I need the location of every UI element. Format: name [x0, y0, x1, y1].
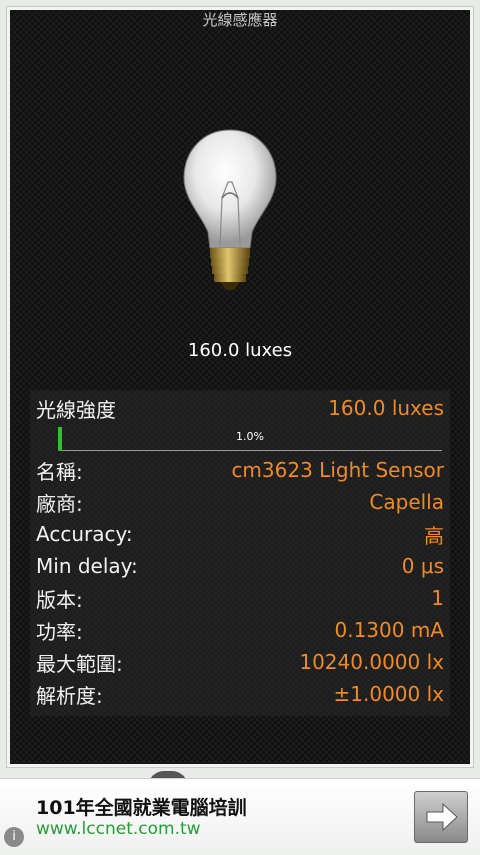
row-value: 1 — [431, 586, 444, 610]
intensity-value: 160.0 luxes — [328, 396, 444, 420]
arrow-right-icon — [426, 802, 458, 832]
sensor-version-row: 版本: 1 — [30, 582, 450, 614]
sensor-resolution-row: 解析度: ±1.0000 lx — [30, 678, 450, 710]
intensity-row: 光線強度 160.0 luxes — [30, 392, 450, 424]
row-value: 0 μs — [401, 554, 444, 578]
intensity-progress-bar: 1.0% — [58, 424, 442, 454]
ad-title[interactable]: 101年全國就業電腦培訓 — [36, 793, 247, 820]
sensor-vendor-row: 廠商: Capella — [30, 486, 450, 518]
sensor-panel: 光線感應器 160.0 luxes 光線強度 160.0 luxes 1.0% … — [10, 10, 470, 764]
sensor-info-list: 光線強度 160.0 luxes 1.0% 名稱: cm3623 Light S… — [30, 390, 450, 716]
row-label: 廠商: — [36, 491, 83, 516]
ad-banner[interactable]: 101年全國就業電腦培訓 www.lccnet.com.tw i — [0, 778, 480, 855]
row-label: 最大範圍: — [36, 651, 123, 676]
ad-arrow-button[interactable] — [414, 791, 468, 843]
row-label: 名稱: — [36, 459, 83, 484]
row-value: Capella — [369, 490, 444, 514]
light-bulb-icon — [183, 129, 277, 290]
row-label: Min delay: — [36, 554, 138, 578]
row-value: ±1.0000 lx — [333, 682, 445, 706]
row-label: Accuracy: — [36, 522, 133, 546]
sensor-name-row: 名稱: cm3623 Light Sensor — [30, 454, 450, 486]
lux-reading: 160.0 luxes — [187, 340, 293, 361]
ad-info-icon[interactable]: i — [4, 827, 24, 847]
sensor-min-delay-row: Min delay: 0 μs — [30, 550, 450, 582]
row-value: cm3623 Light Sensor — [231, 458, 444, 482]
intensity-label: 光線強度 — [36, 397, 116, 422]
ad-url-link[interactable]: www.lccnet.com.tw — [36, 819, 201, 839]
row-label: 版本: — [36, 587, 83, 612]
progress-text: 1.0% — [236, 430, 264, 443]
app-title: 光線感應器 — [202, 11, 278, 29]
progress-track — [58, 450, 442, 451]
sensor-max-range-row: 最大範圍: 10240.0000 lx — [30, 646, 450, 678]
sensor-power-row: 功率: 0.1300 mA — [30, 614, 450, 646]
row-value: 10240.0000 lx — [299, 650, 444, 674]
row-value: 高 — [424, 523, 444, 548]
row-label: 解析度: — [36, 683, 103, 708]
row-label: 功率: — [36, 619, 83, 644]
row-value: 0.1300 mA — [334, 618, 444, 642]
sensor-accuracy-row: Accuracy: 高 — [30, 518, 450, 550]
